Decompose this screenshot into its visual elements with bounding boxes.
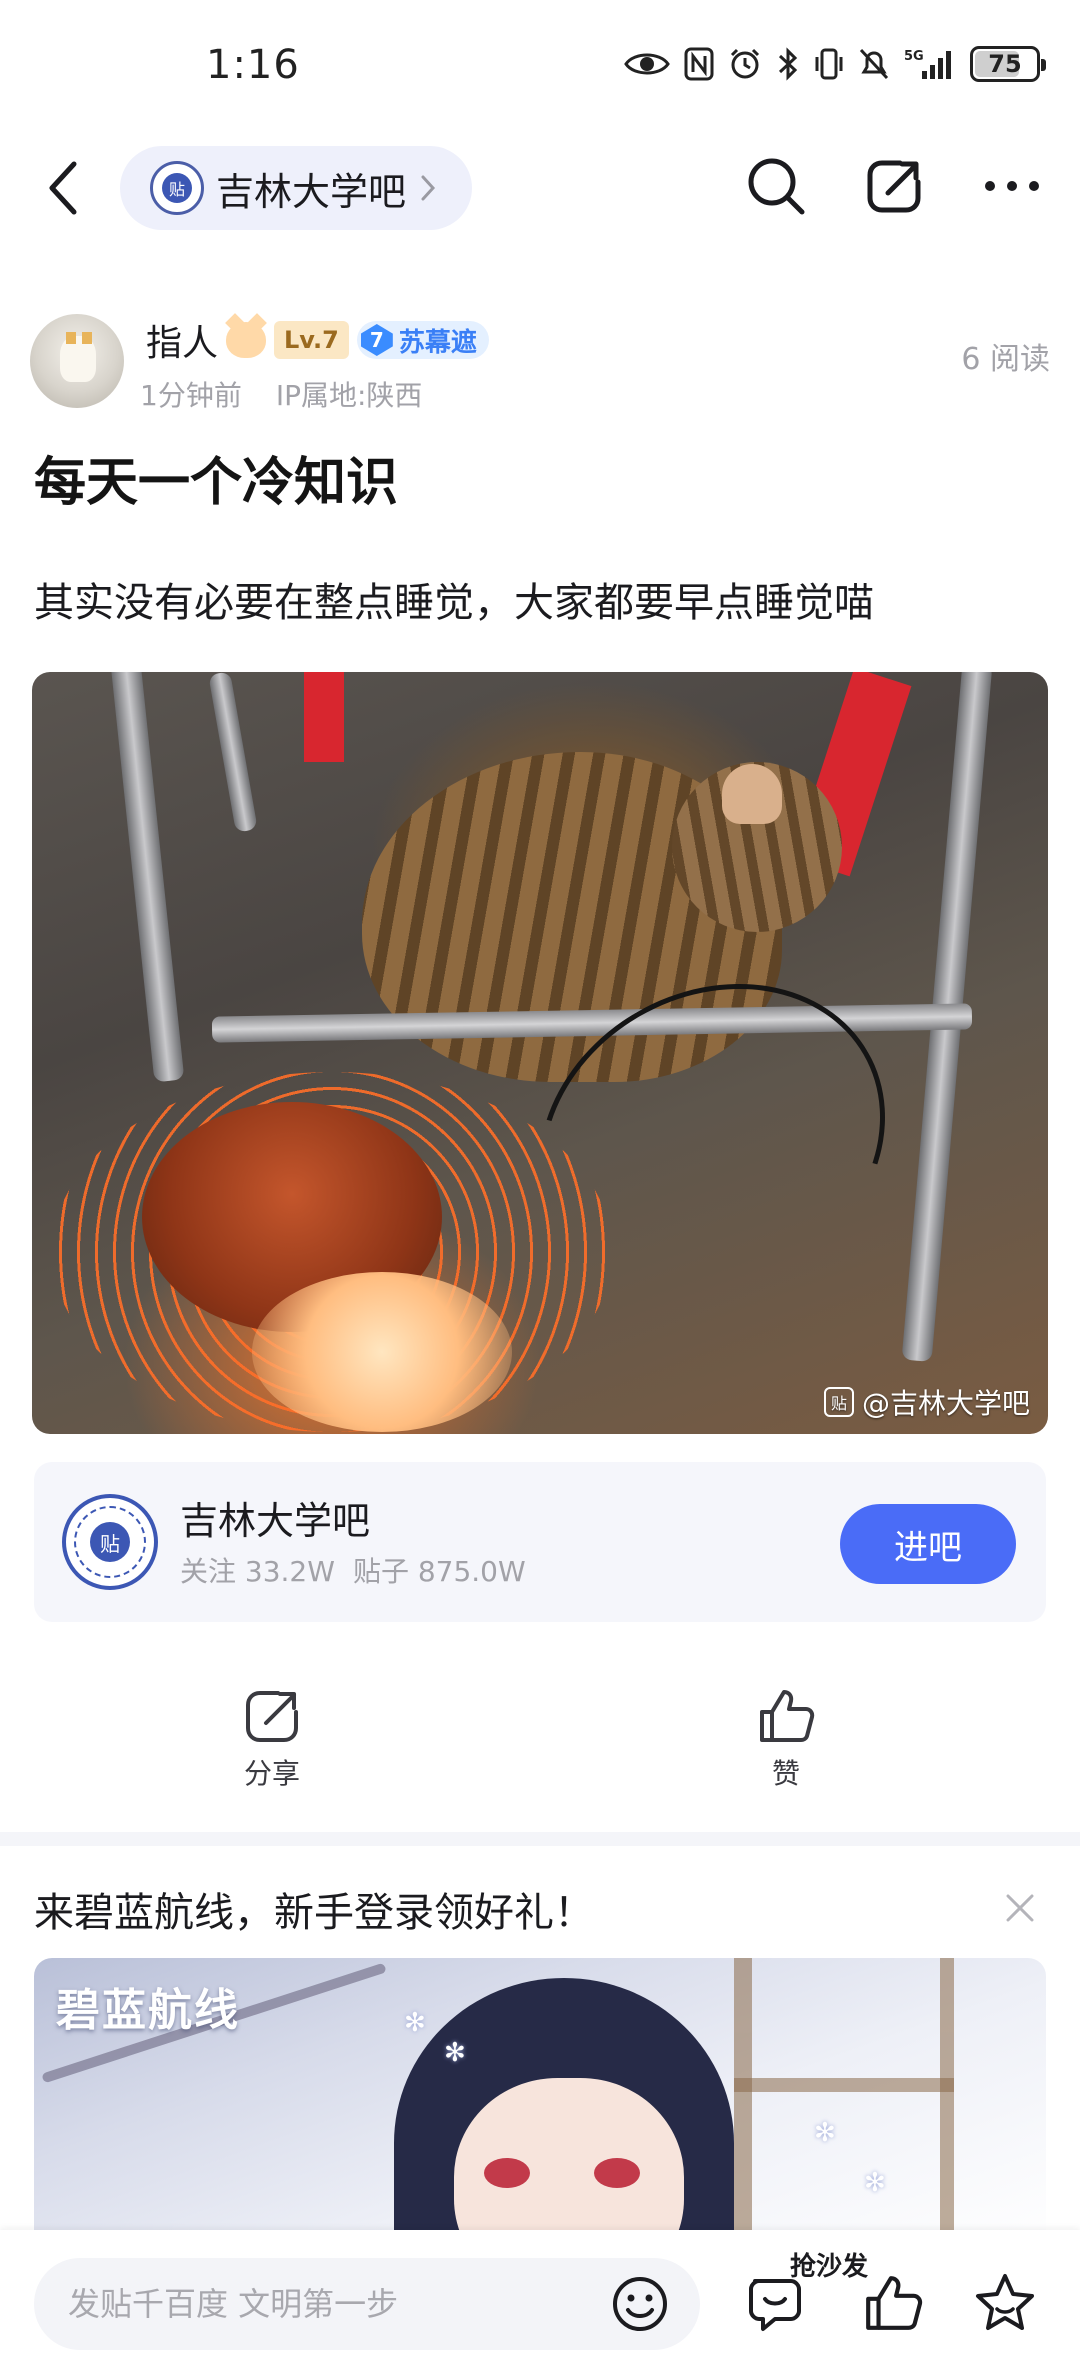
- forum-logo-small-char: 贴: [162, 173, 192, 203]
- image-heater-glow: [252, 1272, 512, 1432]
- more-icon: [985, 181, 1039, 191]
- ad-character-eye: [484, 2158, 530, 2188]
- post-body: 其实没有必要在整点睡觉，大家都要早点睡觉喵: [34, 580, 874, 626]
- thumbs-up-icon: [760, 1690, 815, 1742]
- share-icon: [867, 160, 921, 213]
- share-button-top[interactable]: [858, 150, 930, 222]
- status-icons: 5G 75: [624, 46, 1046, 82]
- snowflake-icon: ✻: [814, 2118, 836, 2148]
- nfc-icon: [684, 47, 714, 81]
- avatar-ear: [82, 332, 92, 344]
- ad-window-cross: [734, 2078, 954, 2092]
- bluetooth-icon: [778, 47, 798, 81]
- author-meta: 1分钟前 IP属地:陕西: [140, 374, 422, 414]
- member-name: 苏幕遮: [398, 327, 477, 358]
- top-nav-bar: 贴 吉林大学吧: [0, 140, 1080, 236]
- ad-character-eye: [594, 2158, 640, 2188]
- mute-icon: [859, 48, 889, 80]
- watermark-logo-icon: 贴: [823, 1387, 854, 1417]
- sofa-label: 抢沙发: [790, 2252, 869, 2282]
- comment-input[interactable]: [34, 2258, 700, 2350]
- chevron-left-icon: [49, 161, 77, 215]
- forum-card-name: 吉林大学吧: [180, 1499, 371, 1543]
- bottom-bar: 抢沙发: [0, 2230, 1080, 2376]
- eye-icon: [624, 53, 670, 75]
- forum-pill-name: 吉林大学吧: [216, 169, 407, 214]
- emoji-icon: [613, 2277, 667, 2331]
- watermark-text: @吉林大学吧: [861, 1387, 1030, 1420]
- post-image[interactable]: 贴 @吉林大学吧: [32, 672, 1048, 1434]
- level-badge: Lv.7: [274, 321, 349, 359]
- forum-logo-ring: 贴: [74, 1506, 146, 1578]
- search-button[interactable]: [740, 150, 812, 222]
- forum-logo: 贴: [62, 1494, 158, 1590]
- cat-emoji-icon: [226, 322, 267, 358]
- snowflake-icon: ✻: [444, 2038, 466, 2068]
- post-time: 1分钟前: [140, 379, 242, 412]
- join-forum-button[interactable]: 进吧: [840, 1504, 1016, 1584]
- share-label: 分享: [243, 1757, 300, 1790]
- forum-card[interactable]: 贴 吉林大学吧 关注 33.2W 贴子 875.0W 进吧: [34, 1462, 1046, 1622]
- ad-banner[interactable]: ✻ ✻ ✻ ✻ 碧蓝航线: [34, 1958, 1046, 2248]
- image-watermark: 贴 @吉林大学吧: [823, 1382, 1030, 1422]
- search-icon: [748, 158, 805, 215]
- post-title: 每天一个冷知识: [34, 453, 399, 513]
- status-bar: 1:16 5G 75: [0, 0, 1080, 130]
- avatar[interactable]: [30, 314, 124, 408]
- status-time: 1:16: [206, 42, 300, 88]
- section-divider: [0, 1832, 1080, 1846]
- forum-card-stats: 关注 33.2W 贴子 875.0W: [180, 1550, 526, 1590]
- forum-pill-button[interactable]: 贴 吉林大学吧: [120, 146, 473, 230]
- network-label: 5G: [904, 49, 924, 64]
- image-cat-ear: [722, 764, 782, 824]
- snowflake-icon: ✻: [864, 2168, 886, 2198]
- image-table-leg: [109, 672, 185, 1083]
- battery-icon: 75: [970, 46, 1046, 82]
- star-icon: [976, 2274, 1034, 2330]
- post-author: 指人 Lv.7 7 苏幕遮 1分钟前 IP属地:陕西 6 阅读: [30, 314, 1050, 414]
- share-action[interactable]: 分享: [242, 1686, 302, 1792]
- ad-window-frame: [734, 1958, 954, 2248]
- ad-brand-text: 碧蓝航线: [56, 1985, 240, 2036]
- like-action[interactable]: 赞: [756, 1686, 816, 1792]
- image-table-leg: [208, 672, 258, 833]
- ip-location: IP属地:陕西: [275, 379, 423, 412]
- snowflake-icon: ✻: [404, 2008, 426, 2038]
- favorite-button[interactable]: [970, 2268, 1040, 2338]
- like-button-bottom[interactable]: [858, 2268, 928, 2338]
- like-label: 赞: [771, 1757, 800, 1790]
- thumbs-up-icon: [866, 2276, 923, 2330]
- chevron-right-icon: [421, 175, 436, 201]
- forum-logo-char: 贴: [90, 1522, 130, 1562]
- alarm-icon: [730, 48, 760, 79]
- emoji-button[interactable]: [610, 2274, 670, 2334]
- author-name-row: 指人 Lv.7 7 苏幕遮: [146, 314, 489, 366]
- nav-actions: [740, 150, 1048, 222]
- more-button[interactable]: [976, 150, 1048, 222]
- vibrate-icon: [815, 48, 843, 80]
- battery-percent: 75: [988, 50, 1022, 78]
- member-level-icon: 7: [360, 324, 393, 356]
- forum-followers: 关注 33.2W: [180, 1555, 335, 1588]
- back-button[interactable]: [40, 158, 90, 218]
- image-chair-red: [304, 672, 344, 762]
- forum-logo-small: 贴: [150, 161, 204, 215]
- avatar-ear: [66, 332, 76, 344]
- share-icon: [246, 1691, 298, 1742]
- close-icon: [1006, 1894, 1034, 1922]
- ad-close-button[interactable]: [1000, 1888, 1040, 1928]
- author-name[interactable]: 指人: [146, 314, 218, 366]
- read-count: 6 阅读: [961, 342, 1050, 377]
- forum-posts: 贴子 875.0W: [352, 1555, 526, 1588]
- signal-icon: 5G: [904, 49, 951, 79]
- member-badge[interactable]: 7 苏幕遮: [356, 321, 489, 359]
- ad-title[interactable]: 来碧蓝航线，新手登录领好礼！: [34, 1880, 594, 1938]
